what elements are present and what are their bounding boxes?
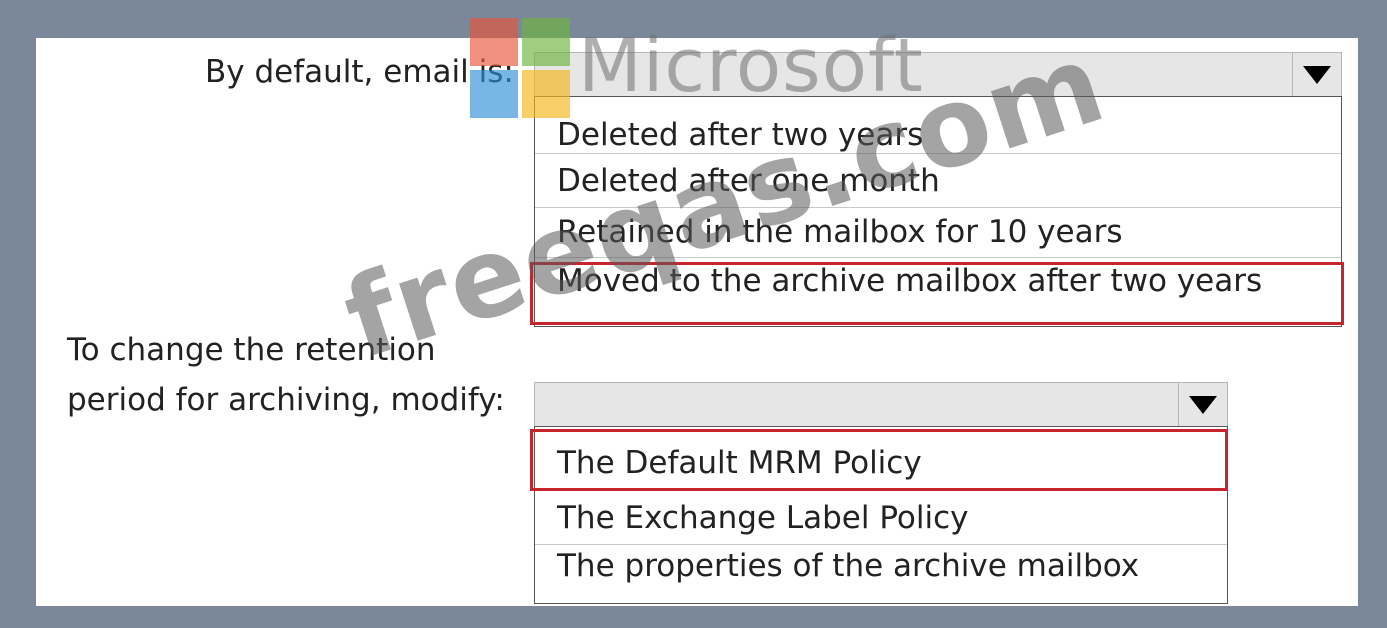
dropdown-arrow-icon xyxy=(1189,396,1217,414)
dropdown-arrow-icon xyxy=(1303,66,1331,84)
question2-dropdown-toggle[interactable] xyxy=(1178,383,1227,427)
question2-option-2[interactable]: The Exchange Label Policy xyxy=(535,491,1227,545)
question2-dropdown[interactable] xyxy=(534,382,1228,428)
logo-square-red xyxy=(470,18,518,66)
question1-label: By default, email is: xyxy=(205,54,514,90)
question2-label-line2: period for archiving, modify: xyxy=(67,382,505,418)
question2-option-1[interactable]: The Default MRM Policy xyxy=(535,427,1227,491)
question2-option-3[interactable]: The properties of the archive mailbox xyxy=(535,545,1227,601)
question2-options: The Default MRM Policy The Exchange Labe… xyxy=(534,426,1228,604)
logo-square-blue xyxy=(470,70,518,118)
logo-square-yellow xyxy=(522,70,570,118)
logo-square-green xyxy=(522,18,570,66)
question1-dropdown-toggle[interactable] xyxy=(1292,53,1341,97)
